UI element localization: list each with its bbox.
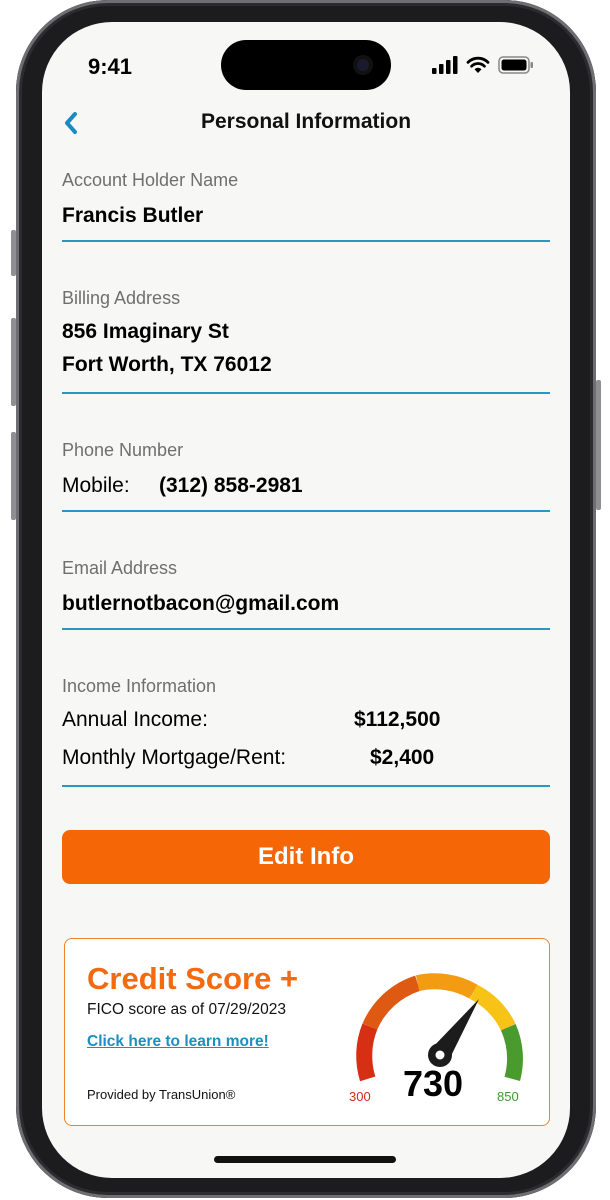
page-title: Personal Information (200, 110, 412, 133)
status-time: 9:41 (88, 54, 133, 79)
phone-type: Mobile: (62, 474, 130, 497)
volume-down-button (11, 432, 16, 520)
dynamic-island (221, 40, 391, 90)
income-field[interactable]: Income Information Annual Income: $112,5… (62, 676, 550, 787)
income-row-annual: Annual Income: $112,500 (62, 701, 550, 739)
billing-address-line1: 856 Imaginary St (62, 320, 229, 343)
gauge-segment-fair (362, 975, 421, 1030)
account-holder-field[interactable]: Account Holder Name Francis Butler (62, 170, 550, 242)
income-rows: Annual Income: $112,500 Monthly Mortgage… (62, 701, 550, 777)
phone-number-label: Phone Number (62, 440, 184, 460)
gauge-segment-excellent (500, 1023, 523, 1081)
email-value: butlernotbacon@gmail.com (62, 592, 340, 615)
home-indicator[interactable] (214, 1156, 396, 1163)
account-holder-label: Account Holder Name (62, 170, 239, 190)
credit-score-card[interactable]: Credit Score + FICO score as of 07/29/20… (64, 938, 550, 1126)
wifi-icon (466, 56, 490, 73)
edit-info-button[interactable]: Edit Info (62, 830, 550, 884)
power-button (596, 380, 601, 510)
income-label: Income Information (62, 676, 217, 696)
gauge-segment-poor (356, 1023, 378, 1082)
income-row-mortgage: Monthly Mortgage/Rent: $2,400 (62, 739, 550, 777)
income-key: Monthly Mortgage/Rent: (62, 746, 287, 769)
credit-score-value: 730 (403, 1063, 464, 1104)
battery-icon (498, 56, 533, 74)
gauge-segment-very-good (469, 984, 516, 1031)
phone-number-field[interactable]: Phone Number Mobile: (312) 858-2981 (62, 440, 550, 512)
billing-address-field[interactable]: Billing Address 856 Imaginary St Fort Wo… (62, 288, 550, 394)
credit-score-date: FICO score as of 07/29/2023 (87, 1001, 287, 1018)
gauge-min-label: 300 (349, 1089, 371, 1104)
billing-address-value: 856 Imaginary St Fort Worth, TX 76012 (62, 315, 550, 381)
phone-number: (312) 858-2981 (159, 474, 303, 497)
camera (353, 55, 373, 75)
email-label: Email Address (62, 558, 178, 578)
provider-text: Provided by TransUnion® (87, 1087, 236, 1102)
income-key: Annual Income: (62, 708, 208, 731)
income-value: $2,400 (370, 746, 435, 769)
action-button (11, 230, 16, 276)
app-screen: 9:41 Personal Information Account Holder… (42, 22, 570, 1178)
gauge-max-label: 850 (497, 1089, 519, 1104)
billing-address-label: Billing Address (62, 288, 181, 308)
gauge-segment-good (415, 973, 478, 999)
status-icons (432, 56, 534, 74)
gauge-needle-icon (428, 999, 479, 1067)
account-holder-value: Francis Butler (62, 204, 204, 227)
credit-score-title: Credit Score + (87, 961, 299, 996)
income-value: $112,500 (354, 708, 441, 731)
volume-up-button (11, 318, 16, 406)
email-field[interactable]: Email Address butlernotbacon@gmail.com (62, 558, 550, 630)
signal-icon (432, 56, 458, 74)
learn-more-link[interactable]: Click here to learn more! (87, 1033, 269, 1051)
phone-number-value: Mobile: (312) 858-2981 (62, 469, 550, 502)
billing-address-line2: Fort Worth, TX 76012 (62, 353, 272, 376)
